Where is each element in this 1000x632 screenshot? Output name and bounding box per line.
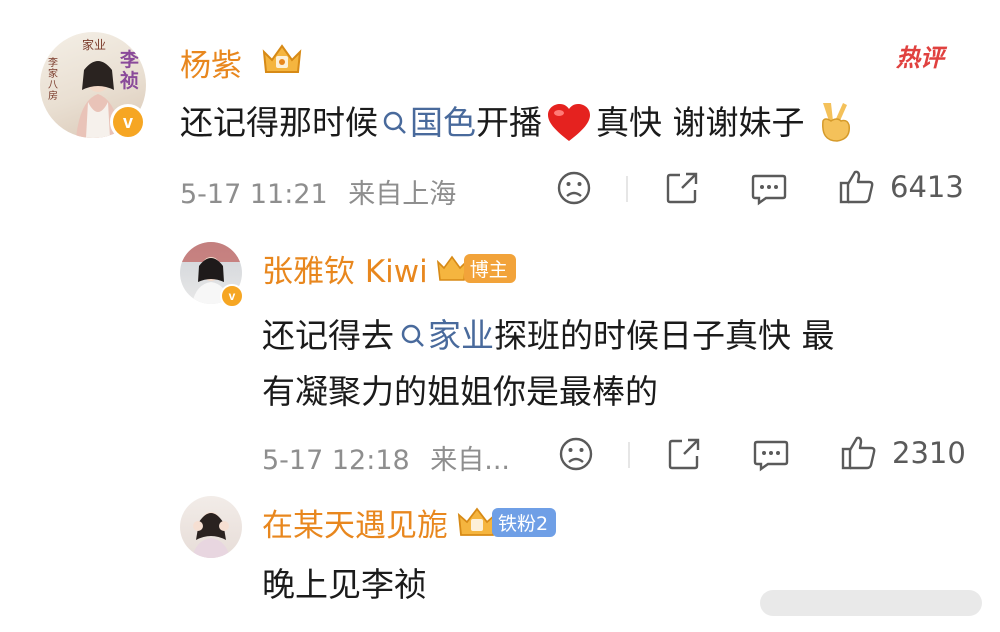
thumbs-up-icon [840, 434, 878, 472]
like-button[interactable]: 6413 [838, 168, 964, 206]
comment-text-before: 还记得那时候 [180, 103, 378, 142]
comment-button[interactable] [752, 436, 790, 472]
comment-button[interactable] [750, 170, 788, 206]
dislike-button[interactable] [558, 436, 594, 472]
blogger-badge: 博主 [463, 254, 516, 283]
fan-level-badge: 铁粉2 [492, 508, 557, 537]
avatar-text-big: 李祯 [120, 49, 140, 92]
victory-emoji-icon [815, 101, 855, 143]
hot-comment-label: 热评 [896, 44, 944, 72]
comment-meta: 5-17 11:21 来自上海 [180, 172, 456, 211]
like-count: 2310 [892, 436, 966, 470]
comment-text: 还记得那时候 国色开播 真快 谢谢妹子 [180, 96, 855, 149]
share-button[interactable] [664, 170, 700, 206]
username[interactable]: 在某天遇见旎 [262, 500, 448, 545]
avatar[interactable] [180, 496, 242, 558]
avatar-text-top: 家业 [82, 38, 107, 52]
verified-icon: v [220, 284, 244, 308]
location: 来自... [430, 445, 511, 476]
thumbs-up-icon [838, 168, 876, 206]
topic-search-icon [400, 323, 426, 349]
topic-link[interactable]: 家业 [428, 316, 494, 355]
heart-emoji-icon [546, 103, 592, 143]
timestamp: 5-17 11:21 [180, 179, 328, 210]
comment-text-line-1: 还记得去 家业探班的时候日子真快 最 [262, 308, 835, 364]
username[interactable]: 张雅钦 Kiwi [262, 246, 428, 291]
like-count: 6413 [890, 170, 964, 204]
avatar-text-side: 李家八房 [48, 58, 58, 102]
comment-text: 晚上见李祯 [262, 565, 427, 604]
location: 来自上海 [348, 179, 457, 210]
comment-text-line-2: 有凝聚力的姐姐你是最棒的 [262, 372, 658, 411]
watermark [760, 590, 982, 616]
verified-icon: v [110, 104, 146, 140]
topic-search-icon [382, 110, 408, 136]
username[interactable]: 杨紫 [180, 48, 242, 84]
crown-icon [260, 42, 304, 78]
comment-text-middle: 开播 [476, 103, 542, 142]
share-button[interactable] [666, 436, 702, 472]
comment-1-header: 杨紫 [180, 40, 302, 85]
like-button[interactable]: 2310 [840, 434, 966, 472]
divider [626, 176, 628, 202]
topic-link[interactable]: 国色 [410, 103, 476, 142]
comment-text: 还记得去 家业探班的时候日子真快 最 有凝聚力的姐姐你是最棒的 [262, 308, 835, 420]
comment-text-before: 还记得去 [262, 316, 394, 355]
divider [628, 442, 630, 468]
comment-text-after: 真快 谢谢妹子 [596, 103, 805, 142]
comment-meta: 5-17 12:18 来自... [262, 438, 510, 477]
comment-text-after: 探班的时候日子真快 最 [494, 316, 835, 355]
crown-icon [436, 254, 468, 284]
comment-3-header: 在某天遇见旎 铁粉2 [262, 500, 557, 545]
timestamp: 5-17 12:18 [262, 445, 410, 476]
comment-2-header: 张雅钦 Kiwi 博主 [262, 246, 516, 291]
dislike-button[interactable] [556, 170, 592, 206]
